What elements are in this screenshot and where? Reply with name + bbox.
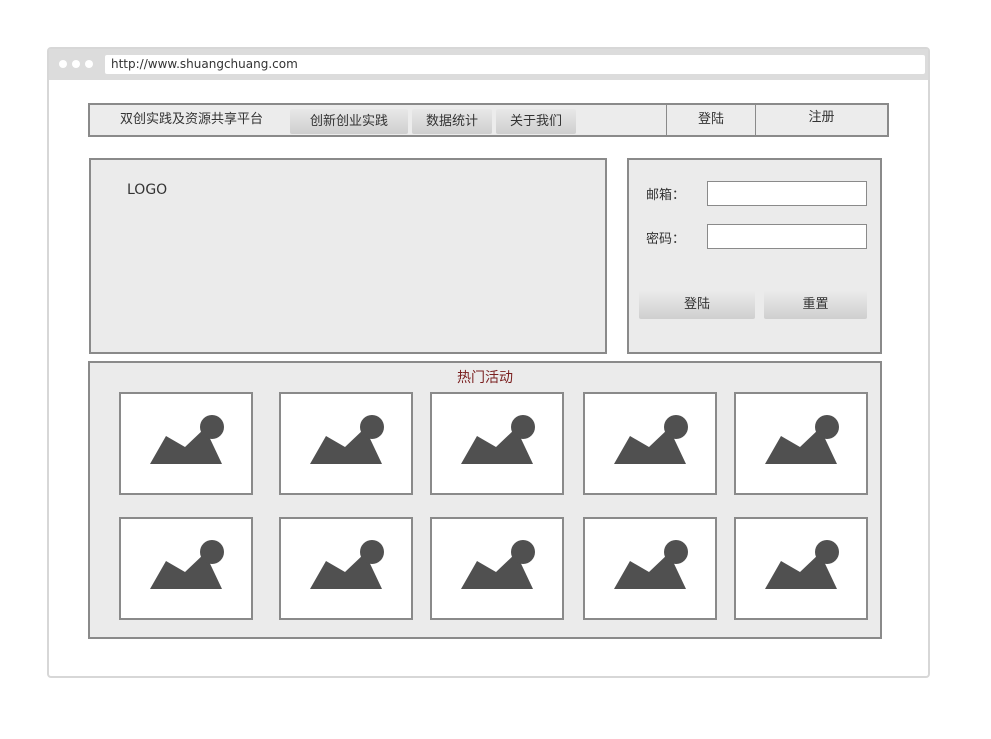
email-field[interactable] bbox=[707, 181, 867, 206]
login-button[interactable]: 登陆 bbox=[639, 290, 755, 319]
activity-thumbnail[interactable] bbox=[119, 517, 253, 620]
activity-thumbnail[interactable] bbox=[430, 517, 564, 620]
activity-thumbnail[interactable] bbox=[279, 517, 413, 620]
activity-thumbnail[interactable] bbox=[583, 392, 717, 495]
image-placeholder-icon bbox=[150, 415, 224, 464]
logo: LOGO bbox=[127, 182, 168, 198]
section-title: 热门活动 bbox=[457, 370, 513, 386]
password-label: 密码： bbox=[646, 232, 686, 247]
activity-thumbnail[interactable] bbox=[734, 392, 868, 495]
nav-item-about[interactable]: 关于我们 bbox=[496, 109, 576, 134]
image-placeholder-icon bbox=[765, 415, 839, 464]
login-form: 邮箱： 密码： 登陆 重置 bbox=[627, 158, 882, 354]
image-placeholder-icon bbox=[614, 540, 688, 589]
top-navbar: 双创实践及资源共享平台 创新创业实践 数据统计 关于我们 登陆 注册 bbox=[88, 103, 889, 137]
image-placeholder-icon bbox=[461, 415, 535, 464]
logo-banner: LOGO bbox=[89, 158, 607, 354]
password-field[interactable] bbox=[707, 224, 867, 249]
activity-thumbnail[interactable] bbox=[734, 517, 868, 620]
browser-toolbar: http://www.shuangchuang.com bbox=[49, 49, 928, 80]
image-placeholder-icon bbox=[310, 415, 384, 464]
email-label: 邮箱： bbox=[646, 188, 686, 203]
site-title[interactable]: 双创实践及资源共享平台 bbox=[120, 105, 263, 135]
nav-register-link[interactable]: 注册 bbox=[756, 105, 887, 135]
activity-thumbnail[interactable] bbox=[279, 392, 413, 495]
reset-button[interactable]: 重置 bbox=[764, 290, 867, 319]
image-placeholder-icon bbox=[765, 540, 839, 589]
image-placeholder-icon bbox=[461, 540, 535, 589]
activity-thumbnail[interactable] bbox=[583, 517, 717, 620]
nav-item-innovation[interactable]: 创新创业实践 bbox=[290, 109, 408, 134]
window-dot-icon[interactable] bbox=[72, 60, 80, 68]
nav-login-link[interactable]: 登陆 bbox=[667, 105, 755, 135]
activity-thumbnail[interactable] bbox=[430, 392, 564, 495]
activity-thumbnail[interactable] bbox=[119, 392, 253, 495]
image-placeholder-icon bbox=[310, 540, 384, 589]
address-bar[interactable]: http://www.shuangchuang.com bbox=[105, 55, 925, 74]
image-placeholder-icon bbox=[614, 415, 688, 464]
window-dot-icon[interactable] bbox=[85, 60, 93, 68]
window-dot-icon[interactable] bbox=[59, 60, 67, 68]
hot-activities-section: 热门活动 bbox=[88, 361, 882, 639]
image-placeholder-icon bbox=[150, 540, 224, 589]
nav-item-statistics[interactable]: 数据统计 bbox=[412, 109, 492, 134]
